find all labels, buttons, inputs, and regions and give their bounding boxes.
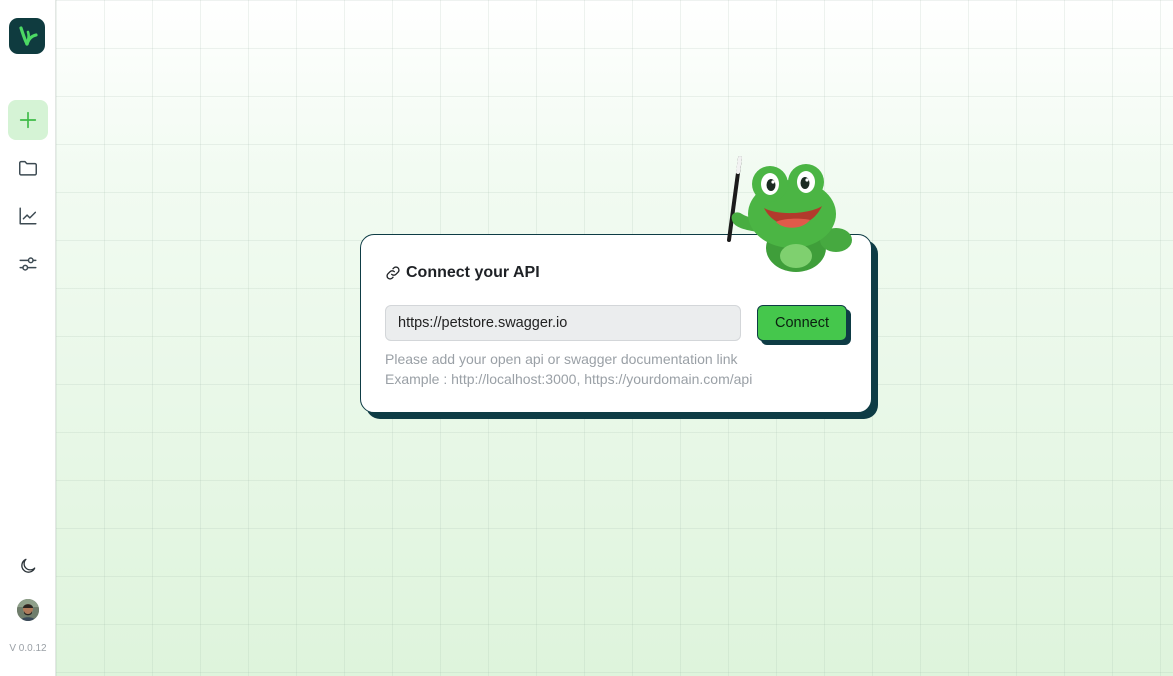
nav-settings-button[interactable] <box>8 244 48 284</box>
nav-analytics-button[interactable] <box>8 196 48 236</box>
sidebar: V 0.0.12 <box>0 0 56 676</box>
theme-toggle-button[interactable] <box>8 546 48 586</box>
hint-text: Please add your open api or swagger docu… <box>385 351 738 367</box>
api-url-input[interactable] <box>385 305 741 341</box>
magic-wand-icon <box>727 156 742 242</box>
card-title-text: Connect your API <box>406 264 540 281</box>
avatar-image-icon <box>17 599 39 621</box>
card-title: Connect your API <box>385 264 540 282</box>
frog-mascot-icon <box>727 156 852 272</box>
folder-icon <box>19 160 37 176</box>
chart-line-icon <box>19 207 37 225</box>
nav-projects-button[interactable] <box>8 148 48 188</box>
leaf-logo-icon <box>19 26 38 46</box>
user-avatar[interactable] <box>17 599 39 621</box>
link-icon <box>386 266 400 280</box>
plus-icon <box>19 111 37 129</box>
example-text: Example : http://localhost:3000, https:/… <box>385 371 753 387</box>
nav-new-button[interactable] <box>8 100 48 140</box>
connect-button[interactable]: Connect <box>757 305 847 341</box>
sliders-icon <box>19 257 37 271</box>
moon-icon <box>21 558 36 573</box>
version-label: V 0.0.12 <box>9 643 47 654</box>
app-logo[interactable] <box>9 18 45 54</box>
